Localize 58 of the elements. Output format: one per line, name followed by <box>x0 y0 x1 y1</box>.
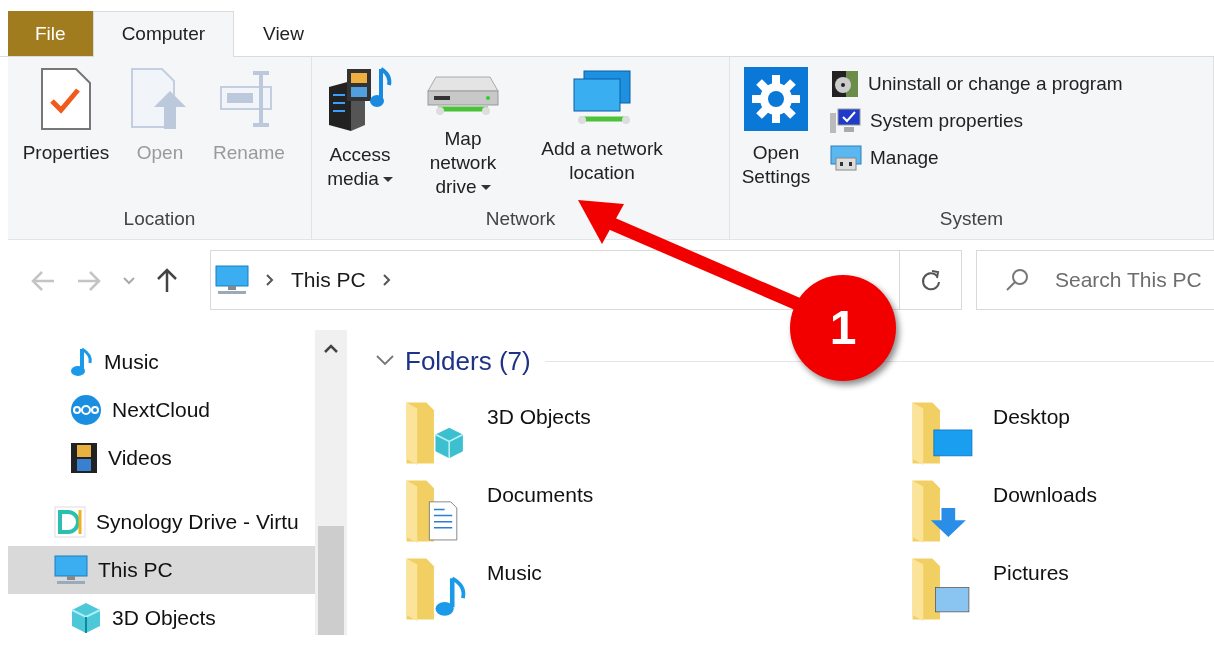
scrollbar-thumb[interactable] <box>318 526 344 635</box>
scrollbar[interactable] <box>315 330 347 635</box>
film-strip-icon <box>70 442 98 474</box>
settings-icon <box>744 67 808 131</box>
folder-item[interactable]: Documents <box>405 479 911 543</box>
group-label: Network <box>484 206 557 231</box>
nav-item[interactable]: This PC <box>8 546 315 594</box>
cube-icon <box>70 601 102 635</box>
back-arrow-icon <box>30 269 56 292</box>
folder-item[interactable]: 3D Objects <box>405 401 911 465</box>
ribbon-button[interactable]: Properties <box>12 67 120 165</box>
ribbon-tab[interactable]: View <box>234 11 333 56</box>
chevron-icon <box>381 273 392 287</box>
address-field[interactable]: This PC <box>210 250 900 310</box>
caret-icon <box>323 343 339 354</box>
music-note-icon <box>70 347 94 377</box>
search-icon <box>1004 267 1030 293</box>
nav-item[interactable]: Music <box>8 338 315 386</box>
document-check-icon <box>40 67 92 131</box>
caret-icon <box>122 275 136 286</box>
breadcrumb-link[interactable]: This PC <box>291 264 366 296</box>
caret-icon <box>382 177 393 183</box>
group-label: System <box>938 206 1005 231</box>
callout-badge: 1 <box>790 275 896 381</box>
nav-item[interactable]: 3D Objects <box>8 594 315 642</box>
ribbon-button[interactable]: Open Settings <box>734 67 818 189</box>
folder-item[interactable]: Downloads <box>911 479 1211 543</box>
monitor-icon <box>54 555 88 585</box>
circle-rings-icon <box>70 394 102 426</box>
search-field[interactable]: Search This PC <box>976 250 1214 310</box>
ribbon-tab[interactable]: File <box>8 11 93 56</box>
folder-desktop-icon <box>911 401 975 465</box>
folder-item[interactable]: Pictures <box>911 557 1211 621</box>
monitor-check-icon <box>830 107 862 136</box>
disc-box-icon <box>830 69 860 99</box>
computer-manage-icon <box>830 143 862 172</box>
group-label: Location <box>122 206 197 231</box>
ribbon-button[interactable]: System properties <box>826 105 1127 138</box>
ribbon-button[interactable]: Map network drive <box>408 67 518 199</box>
forward-arrow-icon <box>76 269 102 292</box>
ribbon-button[interactable]: Access media <box>316 67 404 191</box>
chevron-icon <box>265 273 275 287</box>
drive-logo-icon <box>54 506 86 538</box>
nav-item[interactable]: Videos <box>8 434 315 482</box>
nav-item[interactable]: NextCloud <box>8 386 315 434</box>
caret-icon <box>480 185 491 190</box>
ribbon-tab[interactable]: Computer <box>92 11 235 57</box>
ribbon-button[interactable]: Uninstall or change a program <box>826 67 1127 101</box>
group-header[interactable]: Folders (7) <box>375 342 531 381</box>
refresh-button[interactable] <box>900 250 962 310</box>
up-arrow-icon <box>156 267 178 293</box>
monitor-icon <box>215 265 249 295</box>
ribbon-button[interactable]: Add a network location <box>522 67 682 185</box>
folder-item[interactable]: Desktop <box>911 401 1211 465</box>
folder-item[interactable]: Music <box>405 557 911 621</box>
nav-item[interactable]: Synology Drive - Virtu <box>8 498 315 546</box>
ribbon-button[interactable]: Manage <box>826 141 1127 174</box>
monitors-network-icon <box>570 67 634 127</box>
